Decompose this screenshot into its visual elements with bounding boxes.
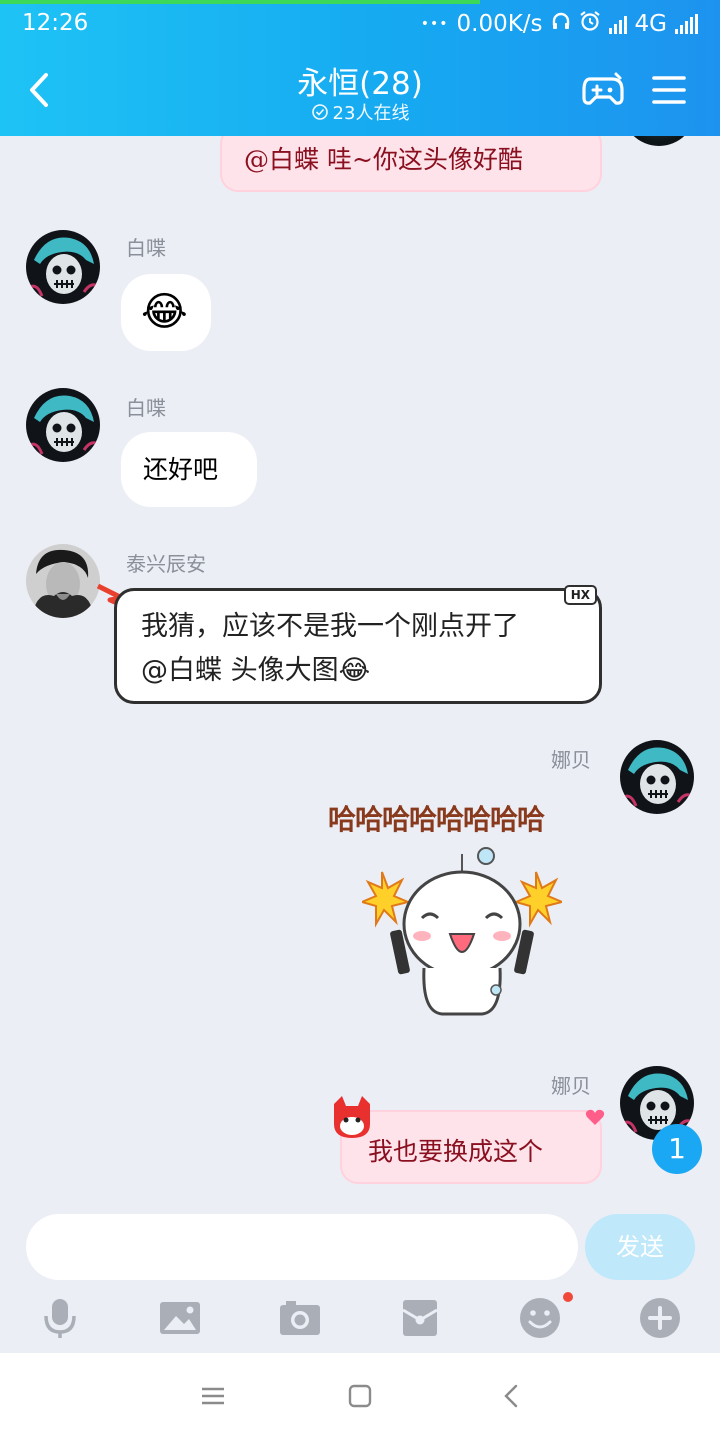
- image-button[interactable]: [158, 1296, 202, 1340]
- message-bubble-partial[interactable]: @白蝶 哇~你这头像好酷: [220, 136, 602, 192]
- avatar[interactable]: [26, 230, 100, 304]
- skull-avatar-image: [26, 388, 100, 462]
- status-bar: 12:26 ••• 0.00K/s 4G: [0, 4, 720, 44]
- skull-avatar-image: [26, 230, 100, 304]
- emoji-new-dot: [563, 1292, 573, 1302]
- status-time: 12:26: [22, 10, 89, 36]
- hx-bubble-tag: HX: [563, 585, 597, 605]
- sender-name: 白喋: [126, 396, 166, 420]
- alarm-icon: [579, 10, 601, 38]
- menu-button[interactable]: [652, 74, 686, 106]
- message-bubble[interactable]: HX 我猜，应该不是我一个刚点开了 @白蝶 头像大图😂: [114, 585, 602, 704]
- sticker-message[interactable]: 哈哈哈哈哈哈哈哈: [328, 798, 598, 1028]
- hamburger-icon: [652, 76, 686, 104]
- voice-button[interactable]: [38, 1296, 82, 1340]
- sender-name: 白喋: [126, 236, 166, 260]
- composer-area: 发送: [0, 1200, 720, 1353]
- gamepad-icon: [582, 72, 624, 105]
- plus-icon: [640, 1298, 680, 1338]
- image-icon: [160, 1302, 200, 1334]
- square-home-icon: [348, 1384, 372, 1408]
- online-count-text: 23人在线: [332, 103, 410, 124]
- more-button[interactable]: [638, 1296, 682, 1340]
- game-button[interactable]: [580, 70, 626, 110]
- message-input[interactable]: [26, 1214, 578, 1280]
- camera-button[interactable]: [278, 1296, 322, 1340]
- sender-name: 娜贝: [551, 748, 591, 772]
- message-bubble[interactable]: 我也要换成这个: [340, 1110, 602, 1184]
- status-indicators: ••• 0.00K/s 4G: [421, 10, 698, 38]
- camera-icon: [280, 1301, 320, 1335]
- more-dots: •••: [420, 16, 449, 32]
- signal-icon: [675, 14, 698, 34]
- nav-back-button[interactable]: [497, 1381, 527, 1411]
- message-text: 我也要换成这个: [368, 1137, 544, 1166]
- red-packet-icon: [402, 1300, 438, 1336]
- emoji-icon: [520, 1298, 560, 1338]
- check-circle-icon: [311, 104, 328, 120]
- laughing-emoji: 😂: [141, 289, 188, 335]
- avatar[interactable]: [26, 544, 100, 618]
- hd-signal-icon: [608, 14, 627, 34]
- send-button[interactable]: 发送: [585, 1214, 695, 1280]
- microphone-icon: [44, 1299, 76, 1338]
- sender-name: 泰兴辰安: [126, 552, 206, 576]
- menu-lines-icon: [202, 1387, 224, 1405]
- message-bubble[interactable]: 😂: [121, 274, 211, 351]
- nav-home-button[interactable]: [345, 1381, 375, 1411]
- message-text: @白蝶 哇~你这头像好酷: [244, 145, 523, 174]
- portrait-avatar-image: [26, 544, 100, 618]
- emoji-button[interactable]: [518, 1296, 562, 1340]
- sticker-caption: 哈哈哈哈哈哈哈哈: [328, 803, 545, 836]
- nav-menu-button[interactable]: [198, 1381, 228, 1411]
- network-speed: 0.00K/s: [456, 11, 543, 37]
- sender-name: 娜贝: [551, 1074, 591, 1098]
- chat-header: 12:26 ••• 0.00K/s 4G 永恒(28) 23人在线: [0, 0, 720, 136]
- message-text: 还好吧: [143, 455, 219, 484]
- headphone-icon: [551, 11, 571, 37]
- avatar[interactable]: [622, 136, 696, 146]
- unread-badge[interactable]: 1: [652, 1124, 702, 1174]
- system-nav-bar: [0, 1353, 720, 1440]
- message-text-line1: 我猜，应该不是我一个刚点开了: [141, 611, 519, 642]
- cute-character-sticker: [362, 847, 562, 1016]
- red-packet-button[interactable]: [398, 1296, 442, 1340]
- fox-bubble-decoration: [334, 1096, 370, 1138]
- avatar[interactable]: [620, 740, 694, 814]
- network-type: 4G: [634, 11, 667, 37]
- heart-decoration-icon: [585, 1109, 605, 1125]
- skull-avatar-image: [620, 740, 694, 814]
- message-bubble[interactable]: 还好吧: [121, 432, 257, 507]
- message-text-line2: @白蝶 头像大图😂: [141, 655, 371, 686]
- chat-message-list[interactable]: @白蝶 哇~你这头像好酷 白喋 😂 白喋 还好吧 泰兴辰安 HX 我猜，应该不是…: [0, 136, 720, 1200]
- chevron-left-icon: [504, 1384, 518, 1408]
- avatar[interactable]: [26, 388, 100, 462]
